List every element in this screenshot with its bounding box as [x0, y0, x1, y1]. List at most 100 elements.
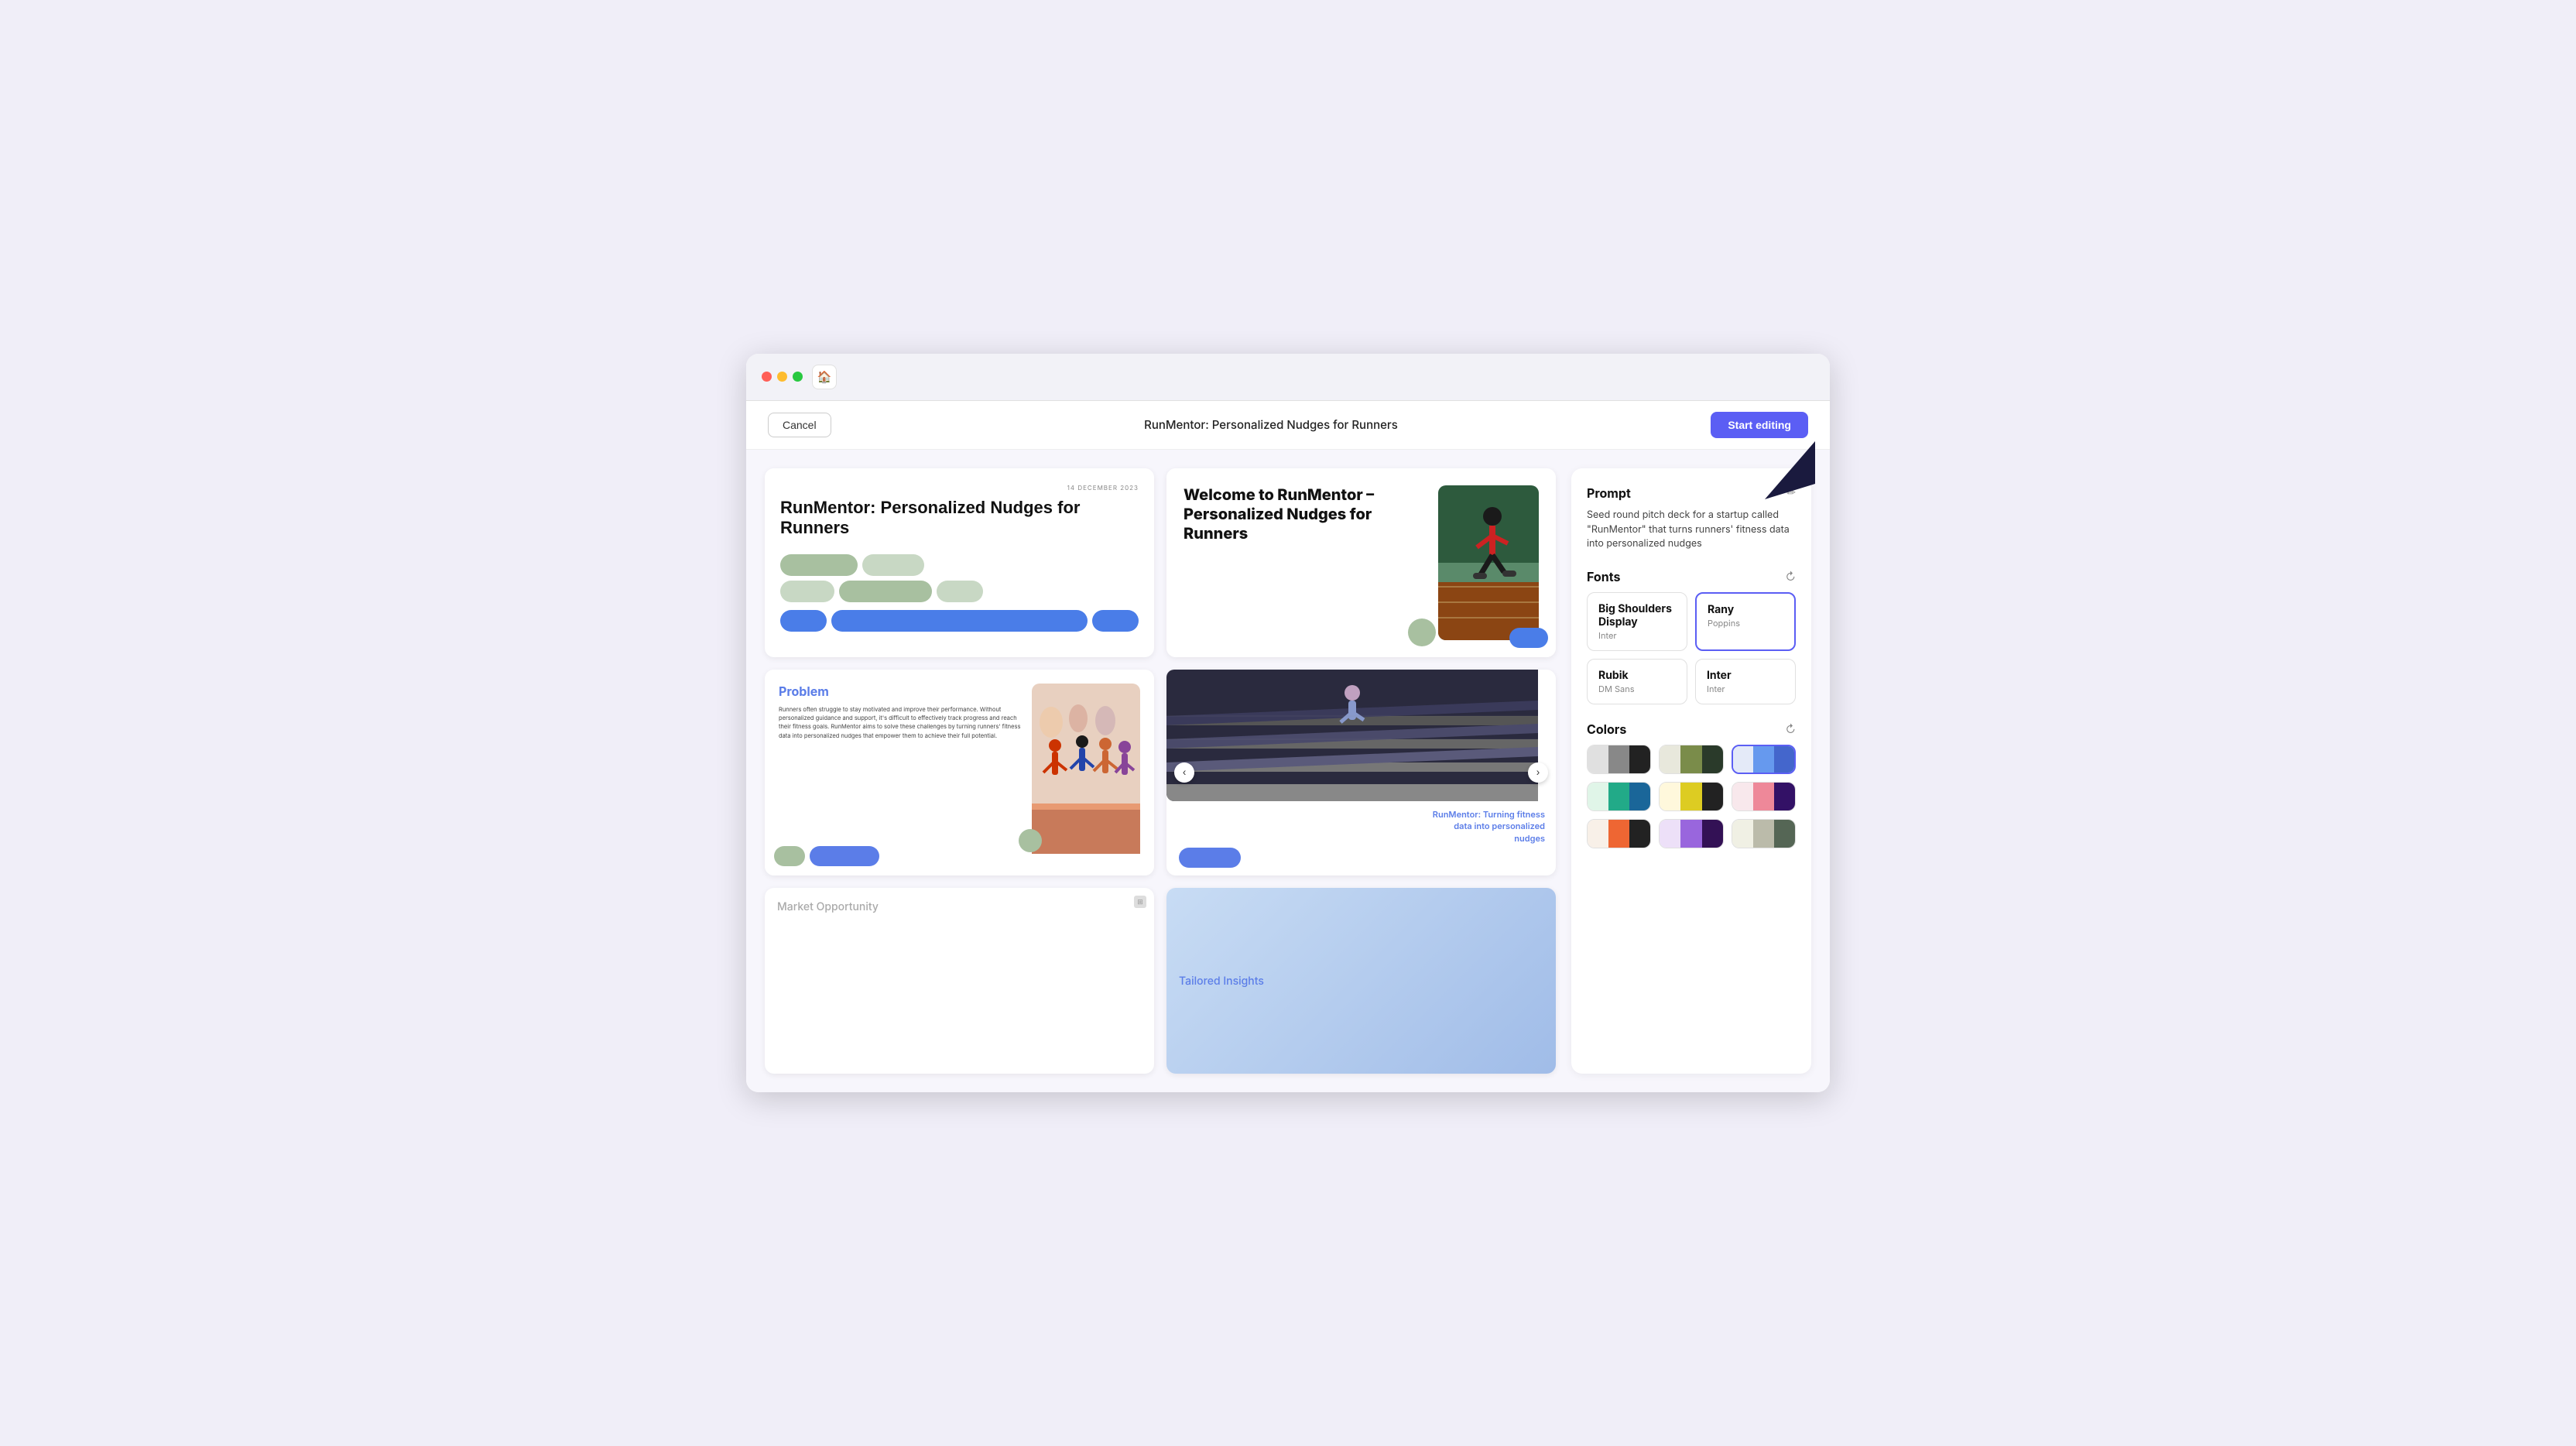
slide5-icon: ⊞ — [1134, 896, 1146, 908]
main-area: 14 DECEMBER 2023 RunMentor: Personalized… — [746, 450, 1830, 1092]
top-bar: Cancel RunMentor: Personalized Nudges fo… — [746, 401, 1830, 450]
colors-refresh-button[interactable]: ↻ — [1786, 723, 1796, 736]
prompt-section: Prompt ✏ Seed round pitch deck for a sta… — [1587, 485, 1796, 552]
slide3-blue-pill — [810, 846, 879, 866]
slide5-title: Market Opportunity — [777, 900, 1142, 913]
palette-5[interactable] — [1659, 782, 1723, 811]
shape-pill-5 — [937, 581, 983, 602]
swatch-6-2 — [1753, 783, 1774, 810]
swatch-6-3 — [1774, 783, 1795, 810]
slide4-nav-right[interactable]: › — [1528, 762, 1548, 783]
slide6-title: Tailored Insights — [1179, 975, 1264, 988]
slide4-caption: RunMentor: Turning fitness data into per… — [1421, 809, 1545, 845]
swatch-3-2 — [1753, 746, 1773, 773]
prompt-edit-button[interactable]: ✏ — [1786, 486, 1796, 499]
slide3-content: Problem Runners often struggle to stay m… — [765, 670, 1154, 875]
font-card-3[interactable]: Rubik DM Sans — [1587, 659, 1687, 704]
shape-pill-4 — [839, 581, 932, 602]
palette-2[interactable] — [1659, 745, 1723, 774]
slide2-content: Welcome to RunMentor – Personalized Nudg… — [1166, 468, 1556, 657]
start-editing-button[interactable]: Start editing — [1711, 412, 1808, 438]
browser-bar: 🏠 — [746, 354, 1830, 401]
fonts-header: Fonts ↻ — [1587, 569, 1796, 584]
slide-2[interactable]: Welcome to RunMentor – Personalized Nudg… — [1166, 468, 1556, 657]
swatch-7-2 — [1608, 820, 1629, 848]
shape-pill-6 — [780, 610, 827, 632]
slide2-title: Welcome to RunMentor – Personalized Nudg… — [1184, 485, 1426, 543]
slide1-content: 14 DECEMBER 2023 RunMentor: Personalized… — [765, 468, 1154, 647]
swatch-9-1 — [1732, 820, 1753, 848]
swatch-2-1 — [1660, 745, 1680, 773]
font-card-4-secondary: Inter — [1707, 684, 1784, 694]
font-card-1-primary: Big Shoulders Display — [1598, 602, 1676, 629]
swatch-2-3 — [1702, 745, 1723, 773]
swatch-3-1 — [1733, 746, 1753, 773]
fonts-title: Fonts — [1587, 569, 1620, 584]
slide2-text: Welcome to RunMentor – Personalized Nudg… — [1184, 485, 1426, 640]
cancel-button[interactable]: Cancel — [768, 413, 831, 437]
shape-pill-3 — [780, 581, 834, 602]
browser-dots — [762, 372, 803, 382]
palette-4[interactable] — [1587, 782, 1651, 811]
palette-7[interactable] — [1587, 819, 1651, 848]
font-card-4[interactable]: Inter Inter — [1695, 659, 1796, 704]
close-dot[interactable] — [762, 372, 772, 382]
shape-pill-1 — [780, 554, 858, 576]
shape-pill-2 — [862, 554, 924, 576]
slide-5[interactable]: Market Opportunity ⊞ — [765, 888, 1154, 1074]
right-panel: Prompt ✏ Seed round pitch deck for a sta… — [1571, 468, 1811, 1074]
palette-8[interactable] — [1659, 819, 1723, 848]
slide3-bottom-shapes — [774, 846, 879, 866]
palette-3[interactable] — [1732, 745, 1796, 774]
font-card-1[interactable]: Big Shoulders Display Inter — [1587, 592, 1687, 651]
fonts-section: Fonts ↻ Big Shoulders Display Inter Rany… — [1587, 569, 1796, 704]
slide1-date: 14 DECEMBER 2023 — [780, 484, 1139, 492]
maximize-dot[interactable] — [793, 372, 803, 382]
slide1-title: RunMentor: Personalized Nudges for Runne… — [780, 498, 1139, 539]
prompt-header: Prompt ✏ — [1587, 485, 1796, 501]
swatch-5-3 — [1702, 783, 1723, 810]
swatch-2-2 — [1680, 745, 1701, 773]
colors-title: Colors — [1587, 721, 1626, 737]
swatch-5-1 — [1660, 783, 1680, 810]
slide-1[interactable]: 14 DECEMBER 2023 RunMentor: Personalized… — [765, 468, 1154, 657]
slide3-body: Runners often struggle to stay motivated… — [779, 705, 1023, 740]
slide3-sage-pill — [774, 846, 805, 866]
font-card-2-primary: Rany — [1708, 603, 1783, 616]
swatch-6-1 — [1732, 783, 1753, 810]
slide2-image — [1438, 485, 1539, 640]
slide4-nav-left[interactable]: ‹ — [1174, 762, 1194, 783]
slide-3[interactable]: Problem Runners often struggle to stay m… — [765, 670, 1154, 875]
swatch-5-2 — [1680, 783, 1701, 810]
slide4-blue-pill — [1179, 848, 1241, 868]
font-card-2[interactable]: Rany Poppins — [1695, 592, 1796, 651]
font-card-4-primary: Inter — [1707, 669, 1784, 682]
palette-6[interactable] — [1732, 782, 1796, 811]
swatch-1-3 — [1629, 745, 1650, 773]
fonts-refresh-button[interactable]: ↻ — [1786, 571, 1796, 584]
swatch-4-2 — [1608, 783, 1629, 810]
swatch-7-1 — [1588, 820, 1608, 848]
slides-grid: 14 DECEMBER 2023 RunMentor: Personalized… — [765, 468, 1556, 1074]
palette-9[interactable] — [1732, 819, 1796, 848]
shape-pill-8 — [1092, 610, 1139, 632]
prompt-title: Prompt — [1587, 485, 1631, 501]
slide2-pill — [1509, 628, 1548, 648]
slide-6[interactable]: Tailored Insights — [1166, 888, 1556, 1074]
slide-4[interactable]: ‹ › RunMentor: Turning fitness data into… — [1166, 670, 1556, 875]
swatch-4-1 — [1588, 783, 1608, 810]
swatch-8-1 — [1660, 820, 1680, 848]
slide2-circle — [1408, 618, 1436, 646]
slide4-content: ‹ › RunMentor: Turning fitness data into… — [1166, 670, 1556, 875]
page-title: RunMentor: Personalized Nudges for Runne… — [1144, 417, 1398, 432]
swatch-8-2 — [1680, 820, 1701, 848]
browser-window: 🏠 Cancel RunMentor: Personalized Nudges … — [746, 354, 1830, 1092]
slide3-problem-title: Problem — [779, 684, 1023, 699]
font-card-3-secondary: DM Sans — [1598, 684, 1676, 694]
minimize-dot[interactable] — [777, 372, 787, 382]
swatch-1-2 — [1608, 745, 1629, 773]
home-button[interactable]: 🏠 — [812, 365, 837, 389]
palette-1[interactable] — [1587, 745, 1651, 774]
swatch-1-1 — [1588, 745, 1608, 773]
prompt-body: Seed round pitch deck for a startup call… — [1587, 509, 1796, 552]
